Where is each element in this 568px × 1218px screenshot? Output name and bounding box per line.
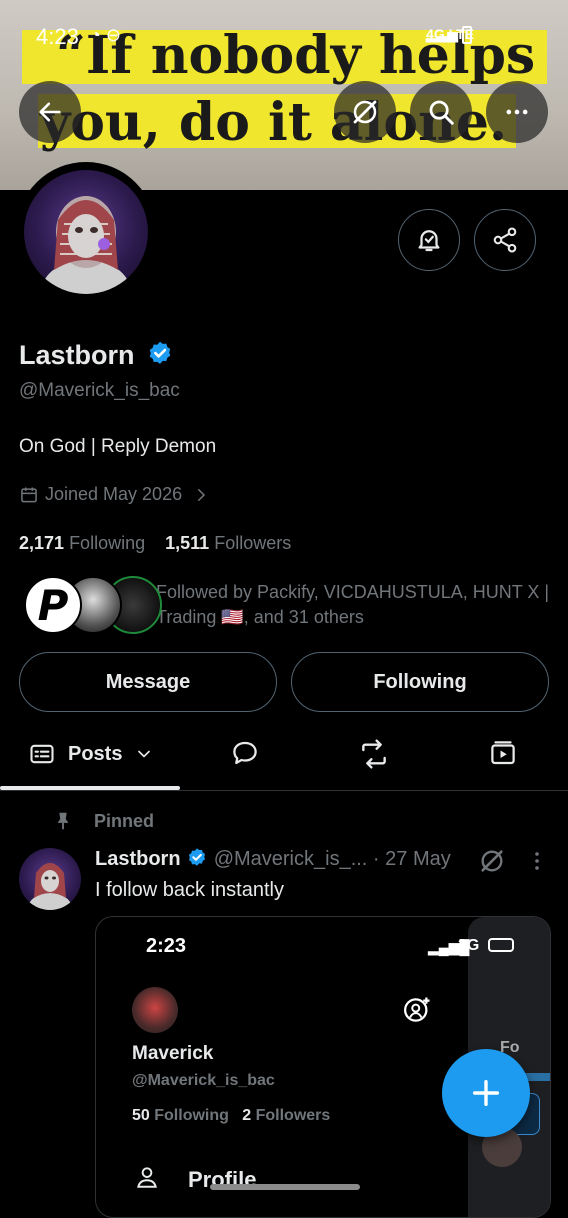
embedded-following-count: 50: [132, 1107, 150, 1124]
grok-icon: [353, 100, 377, 124]
active-tab-indicator: [0, 786, 180, 790]
status-icons: ◔ ⊖: [90, 25, 121, 45]
home-indicator[interactable]: [210, 1184, 360, 1190]
following-label: Following: [69, 533, 146, 553]
embedded-avatar: [132, 987, 178, 1033]
post-more-button[interactable]: [528, 849, 546, 878]
tab-posts-label: Posts: [68, 742, 123, 765]
pin-icon: [57, 812, 69, 830]
signal-icon: ▂▃▅: [425, 26, 458, 42]
share-icon: [493, 227, 517, 253]
grok-button[interactable]: [334, 81, 396, 143]
following-link[interactable]: 2,171 Following: [19, 533, 145, 553]
message-button[interactable]: Message: [19, 652, 277, 712]
pinned-label: Pinned: [94, 810, 155, 831]
chevron-right-icon: [198, 488, 206, 501]
profile-name: Lastborn: [19, 340, 174, 371]
post-author-handle[interactable]: @Maverick_is_...: [214, 848, 368, 870]
embedded-add-account-icon: [404, 997, 430, 1022]
video-media-icon: [491, 741, 515, 765]
post-author-name[interactable]: Lastborn: [95, 848, 181, 870]
bell-check-icon: [418, 230, 440, 252]
status-time: 4:23: [36, 24, 79, 49]
follower-avatar: P: [24, 576, 82, 634]
embedded-follow-stats: 50 Following 2 Followers: [132, 1107, 330, 1125]
follow-stats: 2,171 Following 1,511 Followers: [19, 533, 291, 554]
followers-you-know-facepile[interactable]: P: [24, 576, 162, 634]
reply-bubble-icon: [233, 741, 257, 765]
repost-icon: [362, 739, 386, 769]
battery-icon: [462, 26, 472, 44]
followers-count: 1,511: [165, 533, 210, 553]
tab-media[interactable]: [488, 738, 518, 773]
avatar-image: [24, 170, 148, 294]
plus-icon: [472, 1079, 500, 1107]
search-icon: [429, 100, 454, 125]
embedded-handle: @Maverick_is_bac: [132, 1072, 275, 1089]
share-button[interactable]: [474, 209, 536, 271]
verified-badge-icon: [149, 341, 171, 364]
joined-date: Joined May 2026: [45, 484, 183, 504]
compose-post-button[interactable]: [442, 1049, 530, 1137]
profile-avatar[interactable]: [16, 162, 156, 302]
more-dots-icon: [506, 109, 528, 115]
profile-name-text: Lastborn: [19, 340, 135, 370]
profile-bio: On God | Reply Demon: [19, 436, 217, 457]
tab-posts[interactable]: Posts: [28, 740, 154, 768]
post-header: Lastborn @Maverick_is_... · 27 May: [95, 847, 451, 871]
posts-feed-icon: [30, 744, 54, 764]
embedded-status-time: 2:23: [146, 935, 187, 957]
joined-date-row[interactable]: Joined May 2026: [19, 484, 210, 505]
tab-reposts[interactable]: [358, 738, 390, 775]
following-count: 2,171: [19, 533, 65, 553]
post-text: I follow back instantly: [95, 879, 284, 901]
embedded-network: 3G: [458, 937, 480, 954]
post-author-avatar[interactable]: [19, 848, 81, 910]
search-button[interactable]: [410, 81, 472, 143]
grok-icon: [481, 850, 503, 872]
embedded-name: Maverick: [132, 1043, 214, 1064]
embedded-following-label: Following: [154, 1107, 229, 1124]
tab-replies[interactable]: [230, 738, 260, 773]
embedded-followers-count: 2: [242, 1107, 252, 1124]
back-arrow-icon: [39, 102, 61, 122]
profile-tabs: Posts: [0, 720, 568, 791]
notifications-button[interactable]: [398, 209, 460, 271]
post-grok-button[interactable]: [478, 847, 506, 880]
vertical-dots-icon: [535, 852, 539, 870]
calendar-icon: [21, 487, 37, 502]
chevron-down-icon[interactable]: [134, 744, 154, 764]
embedded-followers-label: Followers: [255, 1107, 331, 1124]
embedded-profile-icon: [137, 1167, 157, 1188]
following-button[interactable]: Following: [291, 652, 549, 712]
verified-badge-icon: [189, 848, 206, 866]
embedded-battery-icon: [488, 938, 514, 952]
more-options-button[interactable]: [486, 81, 548, 143]
back-button[interactable]: [19, 81, 81, 143]
status-bar: 4:23 ◔ ⊖ 4G LTE ▂▃▅: [0, 22, 568, 52]
followers-link[interactable]: 1,511 Followers: [165, 533, 291, 553]
post-time: · 27 May: [372, 848, 451, 870]
followers-label: Followers: [214, 533, 292, 553]
profile-handle: @Maverick_is_bac: [19, 380, 180, 401]
pinned-indicator: Pinned: [52, 810, 154, 832]
followed-by-text[interactable]: Followed by Packify, VICDAHUSTULA, HUNT …: [156, 580, 556, 630]
